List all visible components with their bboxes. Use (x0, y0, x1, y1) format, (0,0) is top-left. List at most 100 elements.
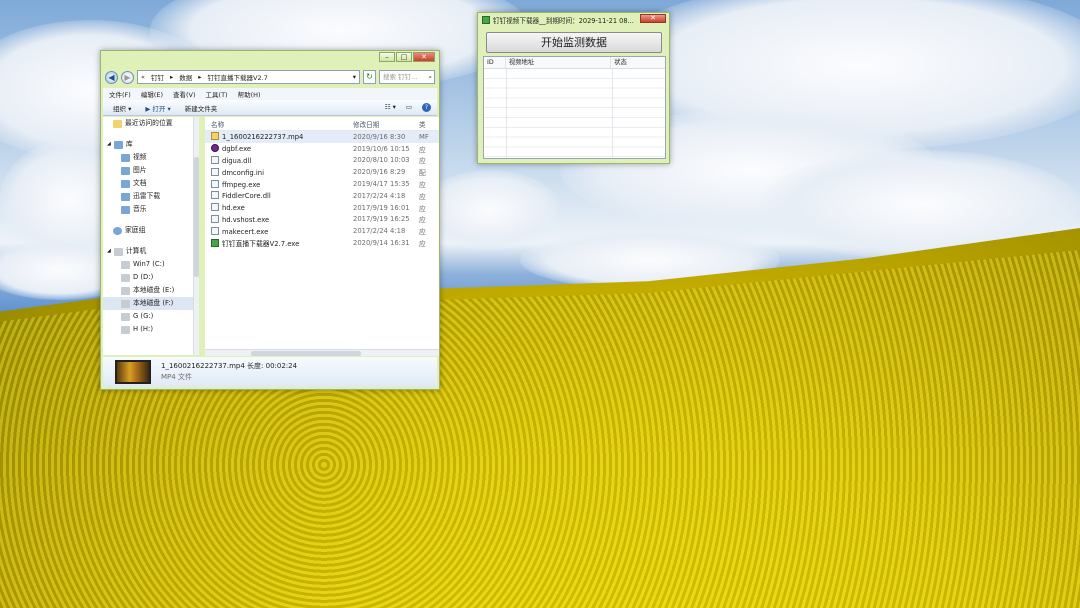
chevron-down-icon[interactable]: ▾ (353, 73, 359, 81)
file-row[interactable]: FiddlerCore.dll 2017/2/24 4:18 应 (205, 190, 439, 202)
video-grid[interactable]: ID 视频地址 状态 (483, 56, 666, 159)
close-button[interactable]: ✕ (640, 14, 666, 23)
config-file-icon (211, 167, 219, 176)
path-part[interactable]: 数据 (179, 72, 192, 82)
start-monitor-button[interactable]: 开始监测数据 (486, 32, 662, 53)
downloader-title: 钉钉视频下载器__到期时间：2029-11-21 08... (493, 17, 634, 25)
path-part[interactable]: 钉钉 (151, 72, 164, 82)
exe-file-icon (211, 226, 219, 235)
column-date[interactable]: 修改日期 (353, 119, 419, 129)
search-input[interactable]: 搜索 钉钉... ⌕ (379, 70, 435, 84)
nav-item-label: 文档 (133, 179, 147, 187)
computer-icon (113, 247, 123, 256)
nav-drive-g[interactable]: G (G:) (103, 310, 198, 323)
nav-computer[interactable]: ◢ 计算机 (103, 245, 198, 258)
nav-recent-label: 最近访问的位置 (125, 119, 173, 127)
help-icon[interactable]: ? (422, 103, 431, 112)
nav-computer-label: 计算机 (125, 247, 147, 255)
column-name[interactable]: 名称 (205, 119, 353, 129)
nav-drive-c[interactable]: Win7 (C:) (103, 258, 198, 271)
details-kind: MP4 文件 (161, 373, 192, 381)
command-bar: 组织 ▾ ▶ 打开 ▾ 新建文件夹 ☷ ▾ ▭ ? (103, 100, 437, 116)
nav-drive-h[interactable]: H (H:) (103, 323, 198, 336)
nav-item-label: 本地磁盘 (E:) (133, 286, 175, 294)
file-list-header: 名称 修改日期 类 (205, 117, 439, 131)
scrollbar-thumb[interactable] (251, 351, 361, 356)
close-button[interactable]: ✕ (413, 52, 435, 62)
search-icon: ⌕ (428, 73, 432, 81)
file-row[interactable]: ffmpeg.exe 2019/4/17 15:35 应 (205, 178, 439, 190)
view-options-icon[interactable]: ☷ ▾ (385, 103, 396, 112)
file-name: 1_1600216222737.mp4 (222, 133, 304, 142)
menu-edit[interactable]: 编辑(E) (141, 89, 163, 99)
download-icon (121, 192, 130, 201)
new-folder-button[interactable]: 新建文件夹 (185, 103, 218, 113)
nav-lib-documents[interactable]: 文档 (103, 177, 198, 190)
nav-drive-e[interactable]: 本地磁盘 (E:) (103, 284, 198, 297)
menu-tools[interactable]: 工具(T) (206, 89, 228, 99)
explorer-window[interactable]: – □ ✕ ◀ ▶ « 钉钉 ▸ 数据 ▸ 钉钉直播下载器V2.7 ▾ ↻ 搜索… (100, 50, 440, 390)
nav-drive-f[interactable]: 本地磁盘 (F:) (103, 297, 198, 310)
file-type: 应 (419, 204, 426, 213)
search-placeholder: 搜索 钉钉... (383, 73, 418, 81)
menu-view[interactable]: 查看(V) (173, 89, 196, 99)
app-icon (482, 16, 490, 24)
scrollbar-thumb[interactable] (194, 157, 199, 277)
file-row[interactable]: dmconfig.ini 2020/9/16 8:29 配 (205, 166, 439, 178)
nav-lib-videos[interactable]: 视频 (103, 151, 198, 164)
path-box[interactable]: « 钉钉 ▸ 数据 ▸ 钉钉直播下载器V2.7 ▾ (137, 70, 360, 84)
file-row[interactable]: hd.vshost.exe 2017/9/19 16:25 应 (205, 214, 439, 226)
back-icon[interactable]: ◀ (105, 70, 118, 84)
nav-libraries[interactable]: ◢ 库 (103, 138, 198, 151)
grid-header: ID 视频地址 状态 (484, 57, 665, 69)
navigation-pane: 最近访问的位置 ◢ 库 视频 图片 文档 迅雷下载 音乐 家庭组 ◢ 计算机 Win… (103, 117, 199, 355)
open-button[interactable]: ▶ 打开 ▾ (145, 103, 170, 113)
file-row[interactable]: 1_1600216222737.mp4 2020/9/16 8:30 MF (205, 131, 439, 143)
nav-item-label: 图片 (133, 166, 147, 174)
library-icon (113, 140, 123, 149)
maximize-button[interactable]: □ (396, 52, 412, 62)
nav-item-label: 音乐 (133, 205, 147, 213)
column-type[interactable]: 类 (419, 119, 439, 129)
menu-help[interactable]: 帮助(H) (238, 89, 261, 99)
menu-file[interactable]: 文件(F) (109, 89, 131, 99)
file-row[interactable]: hd.exe 2017/9/19 16:01 应 (205, 202, 439, 214)
downloader-titlebar: 钉钉视频下载器__到期时间：2029-11-21 08... (482, 15, 634, 25)
minimize-button[interactable]: – (379, 52, 395, 62)
column-id[interactable]: ID (484, 57, 506, 68)
preview-pane-icon[interactable]: ▭ (406, 103, 412, 112)
file-date: 2017/2/24 4:18 (353, 191, 406, 200)
file-list-hscrollbar[interactable] (205, 349, 439, 356)
nav-item-label: 迅雷下载 (133, 192, 161, 200)
nav-recent[interactable]: 最近访问的位置 (103, 117, 198, 130)
nav-homegroup[interactable]: 家庭组 (103, 224, 198, 237)
video-thumbnail (115, 360, 151, 384)
file-row[interactable]: 钉钉直播下载器V2.7.exe 2020/9/14 16:31 应 (205, 237, 439, 249)
downloader-window[interactable]: 钉钉视频下载器__到期时间：2029-11-21 08... ✕ 开始监测数据 … (477, 12, 670, 164)
recent-places-icon (113, 119, 122, 128)
file-name: digua.dll (222, 156, 252, 165)
column-status[interactable]: 状态 (611, 57, 665, 68)
column-url[interactable]: 视频地址 (506, 57, 612, 68)
file-name: makecert.exe (222, 227, 269, 236)
file-row[interactable]: dgbf.exe 2019/10/6 10:15 应 (205, 143, 439, 155)
nav-lib-xunlei[interactable]: 迅雷下载 (103, 190, 198, 203)
refresh-icon[interactable]: ↻ (363, 70, 376, 84)
file-type: 配 (419, 169, 426, 178)
drive-icon (121, 260, 130, 269)
file-row[interactable]: makecert.exe 2017/2/24 4:18 应 (205, 225, 439, 237)
file-row[interactable]: digua.dll 2020/8/10 10:03 应 (205, 155, 439, 167)
nav-lib-pictures[interactable]: 图片 (103, 164, 198, 177)
file-date: 2017/9/19 16:01 (353, 203, 410, 212)
nav-item-label: H (H:) (133, 325, 153, 333)
organize-button[interactable]: 组织 ▾ (113, 103, 131, 113)
homegroup-icon (113, 226, 122, 235)
details-pane: 1_1600216222737.mp4 长度: 00:02:24 MP4 文件 (103, 357, 437, 387)
file-date: 2020/8/10 10:03 (353, 156, 410, 165)
nav-scrollbar[interactable] (193, 117, 199, 355)
pictures-icon (121, 166, 130, 175)
path-part[interactable]: 钉钉直播下载器V2.7 (208, 72, 268, 82)
nav-lib-music[interactable]: 音乐 (103, 203, 198, 216)
nav-drive-d[interactable]: D (D:) (103, 271, 198, 284)
forward-icon[interactable]: ▶ (121, 70, 134, 84)
